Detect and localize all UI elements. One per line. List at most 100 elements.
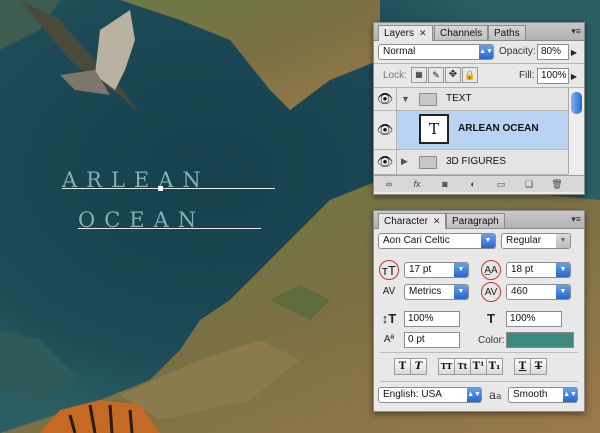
antialias-icon: aa: [489, 388, 502, 402]
fill-slider-arrow-icon[interactable]: ▶: [567, 67, 581, 87]
antialias-select[interactable]: Smooth ▲▼: [508, 387, 578, 403]
new-group-icon[interactable]: ▭: [492, 178, 510, 190]
lock-all-icon[interactable]: 🔒: [462, 67, 478, 83]
chevron-down-icon: ▼: [556, 263, 570, 277]
faux-bold-button[interactable]: T: [394, 358, 411, 375]
layers-panel: Layers ✕ Channels Paths ▾≡ Normal ▲▼ Opac…: [373, 22, 585, 195]
chevron-down-icon: ▼: [481, 234, 495, 248]
disclosure-open-icon[interactable]: ▼: [401, 94, 410, 104]
fill-field[interactable]: 100%: [537, 68, 569, 84]
faux-italic-button[interactable]: T: [410, 358, 427, 375]
layer-mask-icon[interactable]: ◙: [436, 178, 454, 190]
horizontal-scale-value: 100%: [510, 313, 536, 324]
folder-icon: [419, 156, 437, 169]
lock-image-pixels-icon[interactable]: ✎: [428, 67, 444, 83]
lock-transparent-pixels-icon[interactable]: ▦: [411, 67, 427, 83]
layer-row-arlean-ocean[interactable]: 👁 T ARLEAN OCEAN: [374, 111, 568, 150]
disclosure-closed-icon[interactable]: ▶: [401, 156, 408, 167]
layers-tabbar: Layers ✕ Channels Paths ▾≡: [374, 23, 584, 41]
style-label: Tt: [457, 361, 468, 371]
character-panel: Character ✕ Paragraph ▾≡ Aon Cari Celtic …: [373, 210, 585, 412]
font-size-value: 17 pt: [409, 264, 432, 275]
font-family-select[interactable]: Aon Cari Celtic ▼: [378, 233, 496, 249]
style-label: T¹: [472, 361, 485, 372]
panel-menu-icon[interactable]: ▾≡: [571, 26, 581, 37]
fill-label: Fill:: [519, 70, 535, 81]
adjustment-layer-icon[interactable]: ◐: [464, 178, 482, 190]
subscript-button[interactable]: T₁: [486, 358, 503, 375]
tab-channels[interactable]: Channels: [434, 25, 489, 40]
underline-button[interactable]: T: [514, 358, 531, 375]
small-caps-button[interactable]: Tt: [454, 358, 471, 375]
tab-character-label: Character: [384, 216, 428, 227]
opacity-field[interactable]: 80%: [537, 44, 569, 60]
panel-menu-icon[interactable]: ▾≡: [571, 214, 581, 225]
tab-paragraph[interactable]: Paragraph: [446, 213, 505, 228]
close-icon[interactable]: ✕: [433, 216, 441, 226]
layer-name: 3D FIGURES: [446, 156, 507, 167]
thumb-glyph: T: [428, 120, 439, 138]
layer-style-fx-icon[interactable]: fx: [408, 178, 426, 190]
color-label: Color:: [478, 335, 505, 346]
lock-position-icon[interactable]: ✥: [445, 67, 461, 83]
chevron-down-icon: ▼: [556, 234, 570, 248]
tab-layers[interactable]: Layers ✕: [378, 25, 433, 41]
canvas-text-line2[interactable]: ocean: [78, 200, 205, 235]
color-swatch[interactable]: [506, 332, 574, 348]
character-tabbar: Character ✕ Paragraph ▾≡: [374, 211, 584, 229]
baseline-shift-icon: Aª: [383, 334, 395, 345]
tab-character[interactable]: Character ✕: [378, 213, 447, 229]
tab-paths[interactable]: Paths: [488, 25, 526, 40]
layer-row-3d-figures-group[interactable]: 👁 ▶ 3D FIGURES: [374, 150, 568, 175]
scrollbar-thumb[interactable]: [571, 92, 582, 114]
opacity-slider-arrow-icon[interactable]: ▶: [567, 43, 581, 63]
close-icon[interactable]: ✕: [419, 28, 427, 38]
chevron-updown-icon: ▲▼: [563, 388, 577, 402]
language-select[interactable]: English: USA ▲▼: [378, 387, 482, 403]
opacity-label: Opacity:: [499, 46, 536, 57]
style-label: T: [414, 361, 423, 372]
layers-scrollbar[interactable]: [568, 88, 584, 174]
leading-value: 18 pt: [511, 264, 534, 275]
strikethrough-button[interactable]: T: [530, 358, 547, 375]
leading-select[interactable]: 18 pt ▼: [506, 262, 571, 278]
style-label: T₁: [488, 361, 501, 372]
language-value: English: USA: [383, 389, 442, 400]
horizontal-scale-field[interactable]: 100%: [506, 311, 562, 327]
tracking-select[interactable]: 460 ▼: [506, 284, 571, 300]
font-style-value: Regular: [506, 235, 542, 246]
visibility-eye-icon[interactable]: 👁: [374, 88, 397, 110]
tab-paths-label: Paths: [494, 28, 520, 39]
text-baseline-guide-1: [62, 188, 275, 189]
divider: [380, 352, 578, 353]
all-caps-button[interactable]: TT: [438, 358, 455, 375]
superscript-button[interactable]: T¹: [470, 358, 487, 375]
text-layer-thumbnail: T: [419, 114, 449, 144]
lock-label: Lock:: [383, 70, 407, 81]
chevron-down-icon: ▼: [556, 285, 570, 299]
text-baseline-handle[interactable]: [158, 186, 163, 191]
baseline-shift-field[interactable]: 0 pt: [404, 332, 460, 348]
link-layers-icon[interactable]: ∞: [380, 178, 398, 190]
kerning-icon: AV: [382, 286, 396, 297]
folder-icon: [419, 93, 437, 106]
chevron-down-icon: ▼: [454, 285, 468, 299]
canvas-text-line1[interactable]: arlean: [62, 160, 210, 195]
trash-icon[interactable]: 🗑: [548, 178, 566, 190]
layer-row-text-group[interactable]: 👁 ▼ TEXT: [374, 88, 568, 111]
vertical-scale-field[interactable]: 100%: [404, 311, 460, 327]
font-size-select[interactable]: 17 pt ▼: [404, 262, 469, 278]
divider: [374, 63, 584, 64]
kerning-select[interactable]: Metrics ▼: [404, 284, 469, 300]
visibility-eye-icon[interactable]: 👁: [374, 111, 397, 149]
divider: [380, 381, 578, 382]
blend-mode-select[interactable]: Normal ▲▼: [378, 44, 494, 60]
font-style-select[interactable]: Regular ▼: [501, 233, 571, 249]
leading-icon: A̲A: [481, 260, 501, 280]
chevron-down-icon: ▼: [454, 263, 468, 277]
opacity-value: 80%: [541, 46, 562, 57]
visibility-eye-icon[interactable]: 👁: [374, 150, 397, 174]
fill-value: 100%: [541, 70, 567, 81]
new-layer-icon[interactable]: ❏: [520, 178, 538, 190]
tab-paragraph-label: Paragraph: [452, 216, 499, 227]
